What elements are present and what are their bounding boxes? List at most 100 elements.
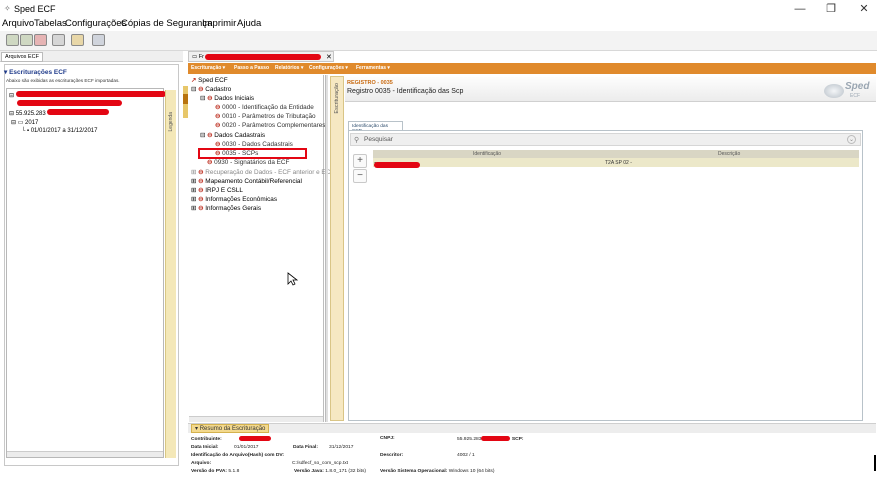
logo-disc (824, 84, 844, 98)
leaf-icon: ⊖ (207, 159, 213, 166)
tree-label: 0930 - Signatários da ECF (214, 159, 290, 166)
menu-imprimir[interactable]: Imprimir (202, 18, 236, 29)
expand-icon[interactable]: ⌄ (847, 135, 856, 144)
escrituracoes-title: ▾ Escriturações ECF (4, 69, 67, 76)
escrituracao-side-tab[interactable]: Escrituração (330, 76, 344, 421)
redacted-block (374, 162, 420, 168)
register-title: Registro 0035 - Identificação das Scp (347, 88, 464, 95)
tree-node-irpj-csll[interactable]: ⊞ ⊖ IRPJ E CSLL (191, 186, 243, 194)
tree-item-redacted-2[interactable] (17, 100, 122, 108)
java-field: Versão Java: 1.8.0_171 (32 bits) (294, 469, 366, 474)
tree-node-dados-cadastrais[interactable]: ⊟ ⊖ Dados Cadastrais (200, 131, 265, 139)
left-horizontal-scrollbar[interactable] (7, 451, 163, 457)
redacted-block (15, 91, 166, 97)
document-tab-bar: ▭ Fr ✕ (188, 51, 334, 62)
escrituracoes-tree: ⊟ ⊟ 55.925.283 ⊟ ▭ 2017 └ ▪ 01/01/2017 a… (6, 88, 166, 458)
cell-descricao: T2A SP 02 - (605, 160, 632, 166)
report-icon[interactable] (92, 34, 105, 46)
import-icon[interactable] (20, 34, 33, 46)
tree-node-mapeamento[interactable]: ⊞ ⊖ Mapeamento Contábil/Referencial (191, 177, 302, 185)
hash-field: Identificação do Arquivo(Hash) com DV: (191, 453, 284, 458)
menu-bar: Arquivo Tabelas Configurações Cópias de … (0, 18, 877, 31)
tree-node-0030[interactable]: ⊖ 0030 - Dados Cadastrais (215, 140, 293, 148)
tree-node-0930[interactable]: ⊖ 0930 - Signatários da ECF (207, 158, 289, 166)
column-header-identificacao[interactable]: Identificação (473, 151, 501, 157)
pva-value: 5.1.8 (228, 469, 240, 474)
app-icon: ✧ (4, 4, 11, 13)
tree-node-dados-iniciais[interactable]: ⊟ ⊖ Dados Iniciais (200, 94, 254, 102)
tree-node-info-economicas[interactable]: ⊞ ⊖ Informações Econômicas (191, 195, 277, 203)
tree-item-redacted-1[interactable]: ⊟ (9, 91, 166, 99)
node-icon: ⊖ (198, 187, 204, 194)
node-icon: ⊖ (207, 95, 213, 102)
column-header-descricao[interactable]: Descrição (718, 151, 740, 157)
table-row[interactable]: 2645559 T2A SP 02 - (373, 158, 859, 168)
register-code: REGISTRO - 0035 (347, 80, 393, 86)
tree-item-cnpj[interactable]: ⊟ 55.925.283 (9, 109, 109, 117)
menu-configuracoes[interactable]: Configurações (65, 18, 126, 29)
tree-label: Dados Cadastrais (214, 132, 266, 139)
tree-node-0000[interactable]: ⊖ 0000 - Identificação da Entidade (215, 103, 314, 111)
menu-tabelas[interactable]: Tabelas (34, 18, 67, 29)
remove-button[interactable]: − (353, 169, 367, 183)
menu-arquivo[interactable]: Arquivo (2, 18, 34, 29)
escrituracoes-title-text: Escriturações ECF (9, 69, 67, 76)
menu-ferramentas[interactable]: Ferramentas ▾ (356, 65, 390, 71)
resumo-tab-label: Resumo da Escrituração (199, 426, 266, 432)
leaf-icon: ⊖ (215, 122, 221, 129)
data-final-value: 31/12/2017 (329, 445, 354, 450)
tree-item-year[interactable]: ⊟ ▭ 2017 (11, 119, 38, 126)
home-icon[interactable] (52, 34, 65, 46)
cnpj-value: 55.925.283 (457, 436, 482, 442)
so-field: Versão Sistema Operacional: Windows 10 (… (380, 469, 494, 474)
resumo-bar (188, 423, 876, 433)
so-label: Versão Sistema Operacional: (380, 469, 448, 474)
document-tab[interactable]: ▭ Fr (192, 54, 204, 60)
close-button[interactable]: ✕ (855, 2, 873, 16)
menu-copias-seguranca[interactable]: Cópias de Segurança (121, 18, 212, 29)
mouse-cursor-icon (287, 272, 299, 286)
maximize-button[interactable]: ❐ (822, 2, 840, 16)
search-label: Pesquisar (364, 136, 393, 143)
tree-node-recuperacao[interactable]: ⊞ ⊖ Recuperação de Dados - ECF anterior … (191, 168, 330, 176)
title-bar: ✧ Sped ECF — ❐ ✕ (0, 0, 877, 18)
table-header: Identificação Descrição (373, 150, 859, 158)
search-icon: ⚲ (354, 137, 360, 144)
cnpj-label: 55.925.283 (15, 111, 46, 117)
leaf-icon: ⊖ (215, 104, 221, 111)
tree-node-info-gerais[interactable]: ⊞ ⊖ Informações Gerais (191, 204, 261, 212)
menu-passo-a-passo[interactable]: Passo a Passo (234, 65, 269, 71)
minimize-button[interactable]: — (791, 2, 809, 16)
data-final-label: Data Final: (293, 445, 319, 450)
menu-ajuda[interactable]: Ajuda (237, 18, 261, 29)
tab-resumo-escrituracao[interactable]: ▾ Resumo da Escrituração (191, 424, 269, 433)
escrituracao-menu-bar: Escrituração ▾ Passo a Passo Relatórios … (188, 63, 876, 74)
text-caret (874, 455, 876, 471)
menu-relatorios[interactable]: Relatórios ▾ (275, 65, 303, 71)
cnpj-field-label: CNPJ: (380, 436, 395, 441)
logo-subtext: ECF (850, 93, 860, 99)
panel-splitter[interactable] (325, 75, 328, 422)
redacted-block (46, 109, 109, 115)
tree-node-cadastro[interactable]: ⊟ ⊖ Cadastro (191, 85, 231, 93)
period-label: 01/01/2017 a 31/12/2017 (30, 128, 98, 134)
tree-item-period[interactable]: └ ▪ 01/01/2017 a 31/12/2017 (21, 128, 97, 134)
new-file-icon[interactable] (6, 34, 19, 46)
add-button[interactable]: + (353, 154, 367, 168)
data-inicial-label: Data Inicial: (191, 445, 219, 450)
edit-icon[interactable] (71, 34, 84, 46)
legend-panel[interactable]: Legenda (165, 90, 176, 458)
tree-label: Mapeamento Contábil/Referencial (205, 178, 302, 185)
menu-configuracoes-ecf[interactable]: Configurações ▾ (309, 65, 348, 71)
tree-node-0010[interactable]: ⊖ 0010 - Parâmetros de Tributação (215, 112, 316, 120)
tree-node-sped-ecf[interactable]: ↗ Sped ECF (191, 76, 228, 84)
tab-arquivos-ecf[interactable]: Arquivos ECF (1, 52, 43, 62)
menu-escrituracao[interactable]: Escrituração ▾ (191, 65, 225, 71)
search-bar[interactable]: ⚲ Pesquisar ⌄ (350, 133, 861, 146)
tab-close-icon[interactable]: ✕ (326, 53, 332, 61)
legend-label: Legenda (168, 112, 174, 132)
node-icon: ⊖ (198, 196, 204, 203)
tree-node-0020[interactable]: ⊖ 0020 - Parâmetros Complementares (215, 121, 326, 129)
tree-horizontal-scrollbar[interactable] (189, 416, 323, 422)
close-file-icon[interactable] (34, 34, 47, 46)
